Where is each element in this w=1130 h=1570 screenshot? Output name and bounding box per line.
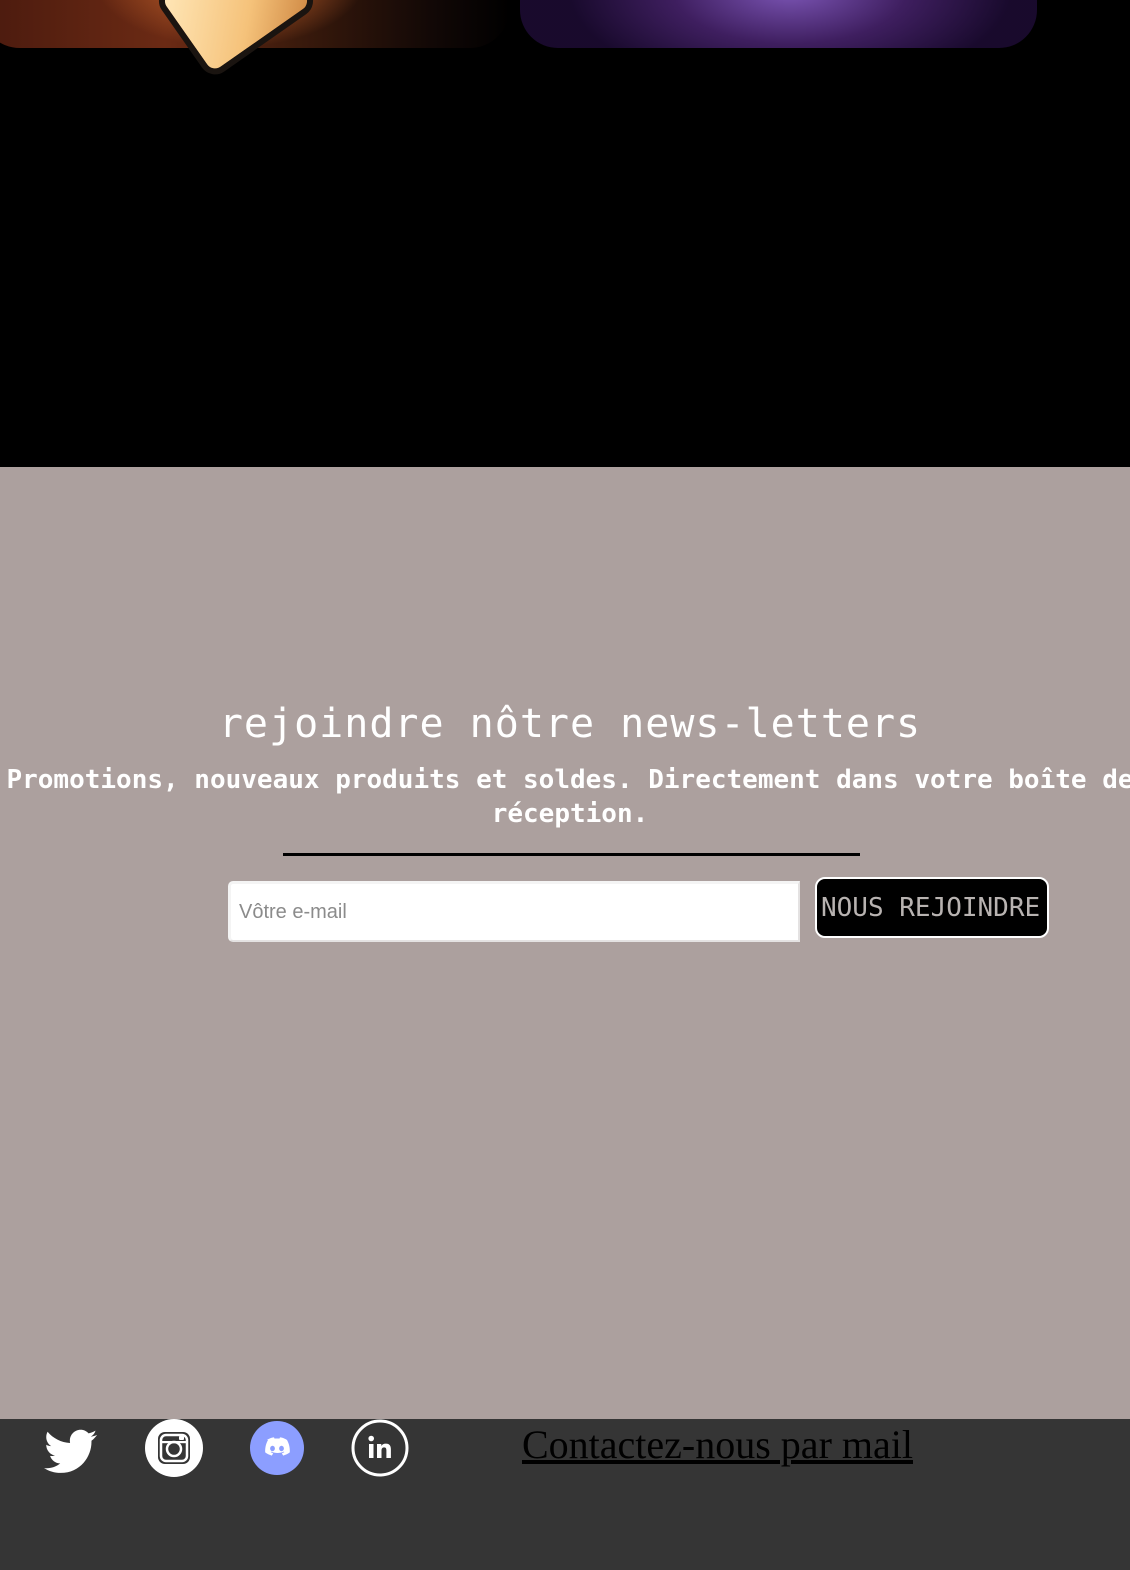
twitter-icon[interactable] — [44, 1429, 98, 1475]
newsletter-section: rejoindre nôtre news-letters Promotions,… — [0, 467, 1130, 1419]
newsletter-subtitle: Promotions, nouveaux produits et soldes.… — [6, 765, 1130, 829]
footer: Contactez-nous par mail — [0, 1419, 1130, 1570]
contact-email-link[interactable]: Contactez-nous par mail — [522, 1422, 913, 1468]
newsletter-divider — [283, 853, 860, 856]
linkedin-icon[interactable] — [351, 1419, 409, 1477]
discord-icon[interactable] — [250, 1421, 304, 1475]
phone-illustration — [152, 0, 320, 81]
product-image-left[interactable] — [0, 0, 510, 81]
email-input[interactable] — [228, 881, 800, 942]
instagram-icon[interactable] — [145, 1419, 203, 1477]
product-image-right[interactable] — [520, 0, 1037, 48]
newsletter-title: rejoindre nôtre news-letters — [218, 701, 922, 747]
join-newsletter-button[interactable]: NOUS REJOINDRE — [815, 877, 1049, 938]
featured-products-section — [0, 0, 1130, 467]
